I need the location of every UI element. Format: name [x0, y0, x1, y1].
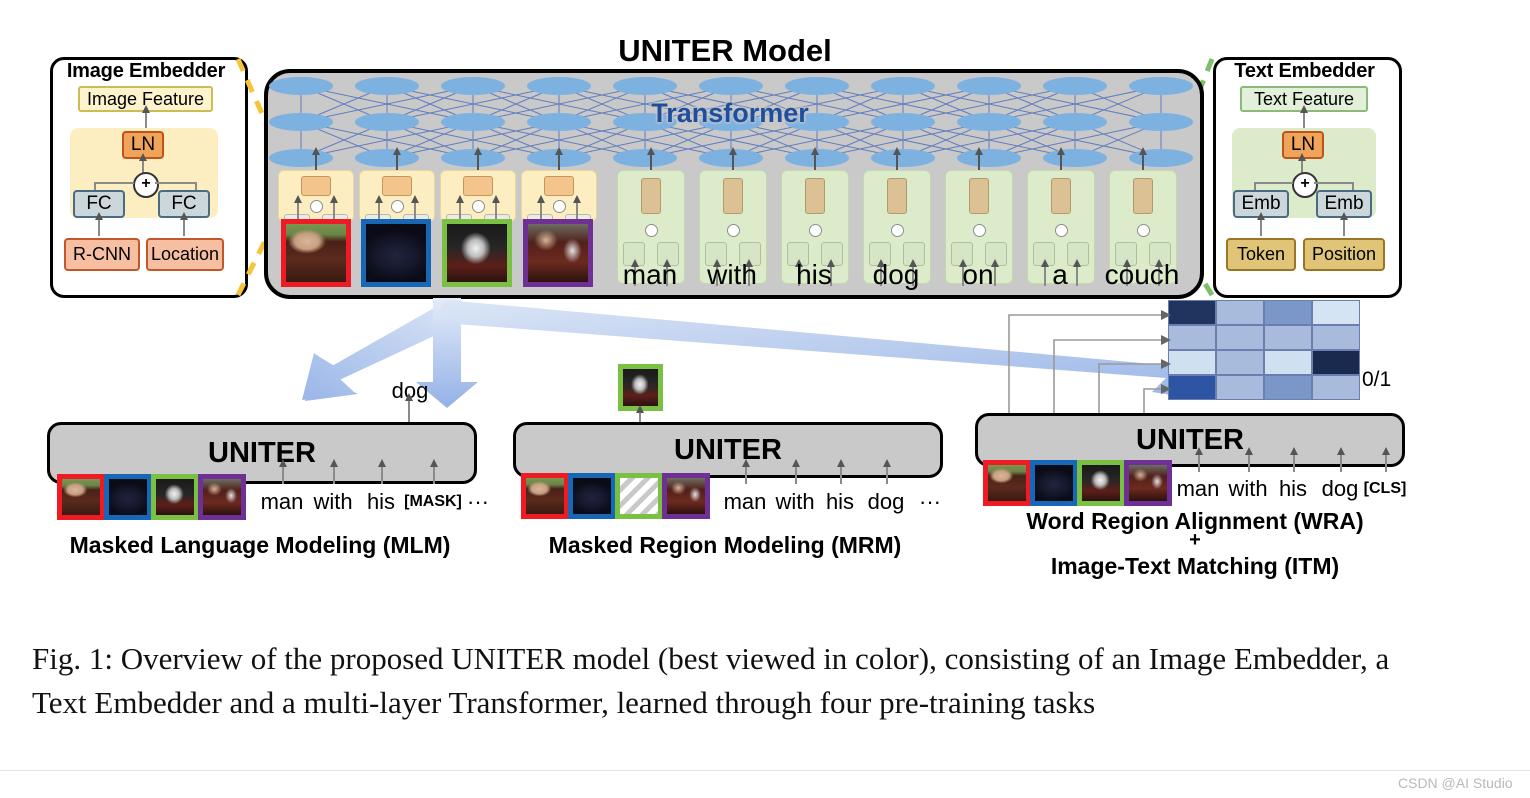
- arrow-token-to-uniter: [1195, 447, 1203, 472]
- arrow-token-to-uniter: [1382, 447, 1390, 472]
- task-token: [CLS]: [1363, 480, 1407, 497]
- wra-caption-line2: Image-Text Matching (ITM): [1050, 553, 1340, 579]
- arrow-token-to-uniter: [1245, 447, 1253, 472]
- arrow-token-to-uniter: [1290, 447, 1298, 472]
- watermark: CSDN @AI Studio: [1398, 775, 1513, 791]
- footer-divider: [0, 770, 1530, 771]
- arrow-token-to-uniter: [1337, 447, 1345, 472]
- wra-caption-plus: +: [1189, 529, 1201, 551]
- wra-tokens: man with his dog [CLS]: [0, 0, 1530, 560]
- figure-caption: Fig. 1: Overview of the proposed UNITER …: [32, 641, 1390, 720]
